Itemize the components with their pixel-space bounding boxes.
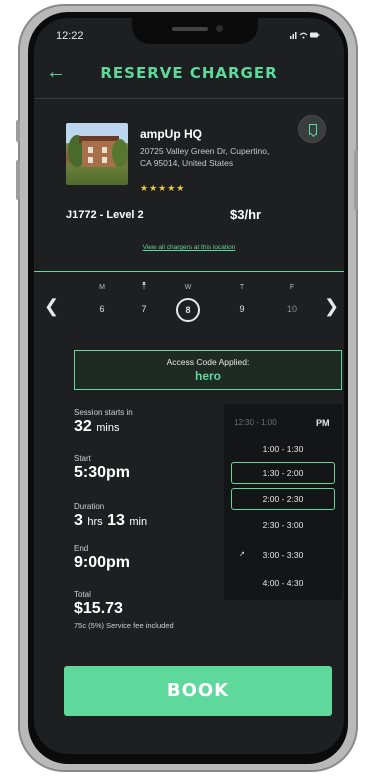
session-start: Start 5:30pm [74,454,131,481]
calendar-day-today[interactable]: ▾ T 7 [130,281,158,314]
location-name: ampUp HQ [140,127,203,141]
calendar-day-selected[interactable]: W 8 [174,284,202,322]
camera [216,25,223,32]
time-slot-selected[interactable]: 2:00 - 2:30 [231,488,335,510]
phone-notch [132,18,258,44]
chevron-left-icon[interactable]: ❮ [44,296,59,317]
session-starts-in: Session starts in 32 mins [74,408,133,435]
time-slot-selected[interactable]: 1:30 - 2:00 [231,462,335,484]
time-slot[interactable]: 2:30 - 3:00 [231,514,335,536]
phone-side-button [354,150,358,210]
page-title: RESERVE CHARGER [100,64,278,82]
app-screen: 12:22 ← RESERVE CHARGER ampUp HQ 20725 V… [34,18,344,754]
speaker [172,27,208,31]
access-code-banner: Access Code Applied: hero [74,350,342,390]
cursor-icon: ↗ [239,551,245,558]
time-slot-disabled: 12:30 - 1:00 [234,418,277,427]
session-total: Total $15.73 75c (5%) Service fee includ… [74,590,174,630]
status-icons [290,30,320,43]
chevron-right-icon[interactable]: ❯ [324,296,339,317]
time-slot-list[interactable]: 12:30 - 1:00 PM 1:00 - 1:30 1:30 - 2:00 … [224,404,342,600]
phone-side-button [16,160,20,200]
status-time: 12:22 [56,30,84,42]
time-slot[interactable]: 1:00 - 1:30 [231,438,335,460]
access-code-label: Access Code Applied: [166,357,250,367]
signal-wifi-battery-icon [290,32,320,39]
charger-type: J1772 - Level 2 [66,209,144,221]
period-label: PM [316,418,330,428]
bookmark-icon [309,124,317,135]
book-button[interactable]: BOOK [64,666,332,716]
location-card: ampUp HQ 20725 Valley Green Dr, Cupertin… [34,99,344,271]
divider [34,271,344,272]
today-marker-icon: ▾ [142,281,146,287]
calendar-day[interactable]: T 9 [228,284,256,314]
bookmark-button[interactable] [298,115,326,143]
location-photo [66,123,128,185]
session-duration: Duration 3 hrs 13 min [74,502,148,529]
calendar-day[interactable]: M 6 [88,284,116,314]
session-end: End 9:00pm [74,544,131,571]
time-slot[interactable]: 4:00 - 4:30 [231,572,335,594]
time-slot[interactable]: ↗ 3:00 - 3:30 [231,544,335,566]
calendar-day[interactable]: F 10 [278,284,306,314]
date-picker: ❮ M 6 ▾ T 7 W 8 T 9 F 10 ❯ [34,280,344,338]
access-code-value: hero [194,369,221,383]
charger-price: $3/hr [230,207,262,222]
rating-stars: ★★★★★ [140,183,186,193]
header: ← RESERVE CHARGER [34,56,344,98]
phone-side-button [16,120,20,142]
location-address: 20725 Valley Green Dr, Cupertino, CA 950… [140,146,270,168]
view-all-chargers-link[interactable]: View all chargers at this location [34,244,344,251]
service-fee-note: 75c (5%) Service fee included [74,621,174,630]
